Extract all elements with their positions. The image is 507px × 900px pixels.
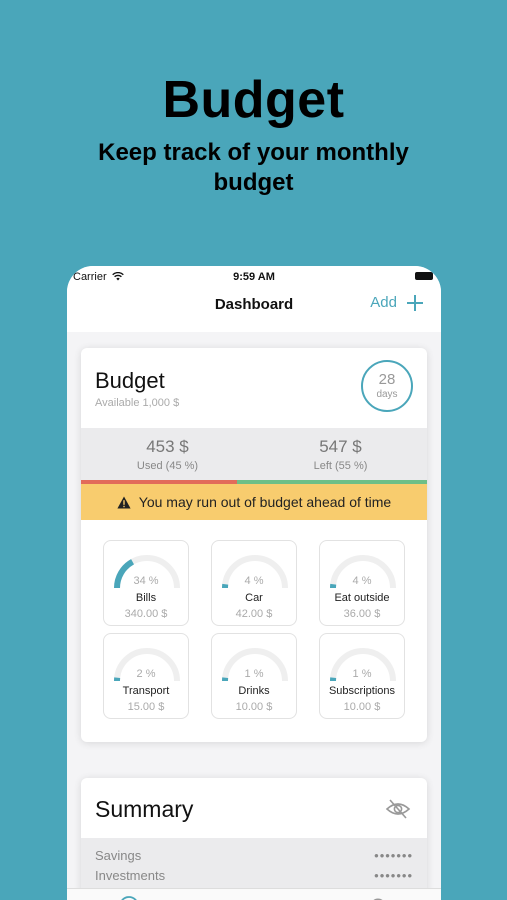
category-amount: 42.00 $: [235, 608, 273, 620]
navigation-area: Carrier 9:59 AM Dashboard Add: [67, 266, 441, 332]
category-name: Subscriptions: [328, 685, 396, 697]
summary-row-label: Savings: [95, 848, 142, 863]
eye-slash-icon[interactable]: [385, 798, 411, 820]
category-amount: 340.00 $: [124, 608, 168, 620]
summary-card: Summary Savings ••••••• Investments ••••…: [81, 778, 427, 900]
summary-row-label: Investments: [95, 868, 166, 883]
category-tile-drinks[interactable]: 1 % Drinks 10.00 $: [211, 633, 297, 719]
budget-card: Budget Available 1,000 $ 28 days 453 $ U…: [81, 348, 427, 742]
category-name: Transport: [122, 685, 170, 697]
summary-row-value: •••••••: [374, 848, 413, 863]
budget-available: Available 1,000 $: [95, 397, 180, 409]
phone-screen: Carrier 9:59 AM Dashboard Add Budget Ava…: [67, 266, 441, 900]
add-label: Add: [370, 294, 397, 311]
plus-icon: [407, 294, 423, 311]
category-amount: 10.00 $: [235, 701, 273, 713]
warning-triangle-icon: [117, 496, 131, 508]
category-amount: 15.00 $: [127, 701, 165, 713]
category-name: Car: [245, 592, 263, 604]
category-name: Drinks: [238, 685, 270, 697]
category-percent: 1 %: [244, 668, 264, 680]
summary-title: Summary: [95, 796, 194, 822]
used-stat: 453 $ Used (45 %): [81, 437, 254, 472]
left-label: Left (55 %): [313, 460, 368, 472]
category-tile-car[interactable]: 4 % Car 42.00 $: [211, 540, 297, 626]
add-button[interactable]: Add: [370, 294, 423, 311]
warning-text: You may run out of budget ahead of time: [138, 494, 392, 510]
budget-title: Budget: [95, 368, 165, 393]
list-tab-icon[interactable]: [243, 895, 265, 900]
category-percent: 34 %: [133, 575, 159, 587]
category-percent: 1 %: [352, 668, 372, 680]
summary-row-savings[interactable]: Savings •••••••: [95, 848, 413, 863]
tab-bar: [67, 888, 441, 900]
category-percent: 2 %: [136, 668, 156, 680]
settings-tab-icon[interactable]: [367, 895, 389, 900]
category-amount: 10.00 $: [343, 701, 381, 713]
category-tile-subscriptions[interactable]: 1 % Subscriptions 10.00 $: [319, 633, 405, 719]
summary-row-value: •••••••: [374, 868, 413, 883]
category-tile-bills[interactable]: 34 % Bills 340.00 $: [103, 540, 189, 626]
category-name: Bills: [135, 592, 157, 604]
budget-warning-banner: You may run out of budget ahead of time: [81, 484, 427, 520]
category-tile-eat-outside[interactable]: 4 % Eat outside 36.00 $: [319, 540, 405, 626]
used-value: 453 $: [146, 437, 189, 456]
dashboard-tab-icon[interactable]: [118, 895, 140, 900]
category-percent: 4 %: [352, 575, 372, 587]
category-tile-transport[interactable]: 2 % Transport 15.00 $: [103, 633, 189, 719]
category-percent: 4 %: [244, 575, 264, 587]
days-number: 28: [378, 371, 396, 388]
hero-title: Budget: [162, 71, 345, 129]
budget-stats: 453 $ Used (45 %) 547 $ Left (55 %): [81, 428, 427, 480]
category-amount: 36.00 $: [343, 608, 381, 620]
category-name: Eat outside: [334, 592, 390, 604]
used-label: Used (45 %): [136, 460, 199, 472]
days-remaining-ring: 28 days: [361, 360, 413, 412]
hero-subtitle: Keep track of your monthly budget: [98, 139, 409, 196]
days-unit: days: [376, 389, 398, 400]
summary-row-investments[interactable]: Investments •••••••: [95, 868, 413, 883]
battery-icon: [415, 272, 433, 280]
status-bar: Carrier 9:59 AM: [67, 269, 441, 285]
left-stat: 547 $ Left (55 %): [254, 437, 427, 472]
left-value: 547 $: [319, 437, 362, 456]
clock: 9:59 AM: [233, 271, 275, 283]
